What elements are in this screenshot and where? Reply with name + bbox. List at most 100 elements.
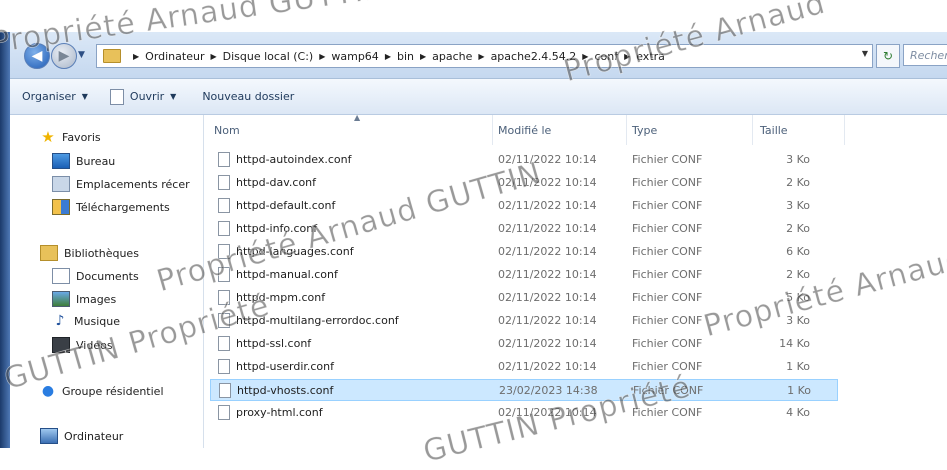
file-size: 6 Ko [786,245,810,258]
file-row[interactable]: proxy-html.conf 02/11/2022 10:14 Fichier C… [210,402,838,424]
open-button[interactable]: Ouvrir ▼ [109,88,177,105]
folder-icon [103,49,121,63]
file-name: httpd-languages.conf [236,245,354,258]
desktop-icon [52,153,70,169]
breadcrumb-separator-icon[interactable]: ▶ [319,52,325,61]
nav-videos-label: Vidéos [76,338,113,352]
breadcrumb-separator-icon[interactable]: ▶ [582,52,588,61]
file-row[interactable]: httpd-manual.conf 02/11/2022 10:14 Fichier… [210,264,838,286]
nav-telechargements-label: Téléchargements [76,200,170,214]
file-date: 02/11/2022 10:14 [498,360,597,373]
file-row[interactable]: httpd-vhosts.conf 23/02/2023 14:38 Fichier… [210,379,838,401]
breadcrumb-item[interactable]: Ordinateur [145,50,204,63]
breadcrumb-separator-icon[interactable]: ▶ [133,52,139,61]
file-type: Fichier CONF [632,337,703,350]
downloads-icon [52,199,70,215]
document-icon [109,88,124,105]
column-header-size[interactable]: Taille [760,115,845,145]
file-size: 2 Ko [786,176,810,189]
file-size: 2 Ko [786,268,810,281]
refresh-button[interactable]: ↻ [876,44,900,68]
file-type: Fichier CONF [632,199,703,212]
column-size-label: Taille [760,123,788,137]
refresh-icon: ↻ [882,49,894,63]
window-top-strip [0,0,947,32]
file-row[interactable]: httpd-multilang-errordoc.conf 02/11/2022 … [210,310,838,332]
nav-favoris[interactable]: ★ Favoris [40,130,100,145]
breadcrumb-item[interactable]: wamp64 [331,50,378,63]
nav-musique[interactable]: ♪ Musique [52,314,120,328]
recent-pages-button[interactable]: ▼ [78,50,85,60]
breadcrumb-item[interactable]: apache2.4.54.2 [491,50,577,63]
file-date: 02/11/2022 10:14 [498,176,597,189]
column-header-name[interactable]: Nom ▲ [214,113,493,145]
nav-groupe[interactable]: ● Groupe résidentiel [40,384,164,398]
file-type: Fichier CONF [632,360,703,373]
chevron-down-icon: ▼ [170,92,177,101]
file-icon [218,152,230,167]
chevron-down-icon: ▼ [81,92,88,101]
address-bar[interactable]: ▶ Ordinateur ▶ Disque local (C:) ▶ wamp64 ▶ bin… [96,44,873,68]
file-size: 4 Ko [786,406,810,419]
breadcrumb-item[interactable]: Disque local (C:) [223,50,314,63]
address-bar-row: ◀ ▶ ▼ ▶ Ordinateur ▶ Disque local (C:) ▶ wamp… [10,32,947,79]
breadcrumb-separator-icon[interactable]: ▶ [624,52,630,61]
recent-places-icon [52,176,70,192]
navigation-pane: ★ Favoris Bureau Emplacements récer Télé… [10,115,204,448]
breadcrumb-separator-icon[interactable]: ▶ [420,52,426,61]
nav-ordinateur[interactable]: Ordinateur [40,428,123,444]
file-row[interactable]: httpd-languages.conf 02/11/2022 10:14 Fich… [210,241,838,263]
file-name: httpd-autoindex.conf [236,153,352,166]
search-placeholder: Recher [910,48,947,62]
nav-documents-label: Documents [76,269,139,283]
back-button[interactable]: ◀ [24,43,50,69]
forward-button[interactable]: ▶ [51,43,77,69]
file-date: 02/11/2022 10:14 [498,406,597,419]
breadcrumb-item[interactable]: conf [594,50,618,63]
breadcrumb-item[interactable]: bin [397,50,414,63]
nav-emplacements[interactable]: Emplacements récer [52,176,190,192]
breadcrumb-item[interactable]: apache [432,50,472,63]
file-row[interactable]: httpd-default.conf 02/11/2022 10:14 Fichie… [210,195,838,217]
file-list: Nom ▲ Modifié le Type Taille httpd-autoi… [204,113,947,448]
file-row[interactable]: httpd-mpm.conf 02/11/2022 10:14 Fichier CO… [210,287,838,309]
window-frame [0,32,10,448]
file-size: 5 Ko [786,291,810,304]
file-icon [218,244,230,259]
chevron-down-icon[interactable]: ▼ [862,49,868,58]
breadcrumb-separator-icon[interactable]: ▶ [210,52,216,61]
nav-bureau[interactable]: Bureau [52,153,115,169]
file-name: httpd-dav.conf [236,176,317,189]
nav-images[interactable]: Images [52,291,116,307]
file-row[interactable]: httpd-dav.conf 02/11/2022 10:14 Fichier CO… [210,172,838,194]
file-date: 02/11/2022 10:14 [498,337,597,350]
organiser-label: Organiser [22,90,76,103]
file-row[interactable]: httpd-autoindex.conf 02/11/2022 10:14 Fich… [210,149,838,171]
file-date: 23/02/2023 14:38 [499,384,598,397]
column-header-date[interactable]: Modifié le [498,115,627,145]
file-row[interactable]: httpd-userdir.conf 02/11/2022 10:14 Fichie… [210,356,838,378]
documents-icon [52,268,70,284]
new-folder-button[interactable]: Nouveau dossier [202,90,294,103]
file-row[interactable]: httpd-ssl.conf 02/11/2022 10:14 Fichier CO… [210,333,838,355]
sort-arrow-icon: ▲ [354,113,361,122]
file-row[interactable]: httpd-info.conf 02/11/2022 10:14 Fichier C… [210,218,838,240]
nav-documents[interactable]: Documents [52,268,139,284]
column-name-label: Nom [214,123,240,137]
nav-bibliotheques[interactable]: Bibliothèques [40,245,139,261]
breadcrumb-separator-icon[interactable]: ▶ [385,52,391,61]
nav-emplacements-label: Emplacements récer [76,177,190,191]
search-input[interactable]: Recher [903,44,947,66]
column-header-type[interactable]: Type [632,115,753,145]
file-name: httpd-vhosts.conf [237,384,334,397]
nav-telechargements[interactable]: Téléchargements [52,199,170,215]
column-date-label: Modifié le [498,123,552,137]
nav-videos[interactable]: Vidéos [52,337,113,353]
organiser-button[interactable]: Organiser ▼ [22,90,88,103]
file-icon [218,405,230,420]
file-date: 02/11/2022 10:14 [498,268,597,281]
file-type: Fichier CONF [632,268,703,281]
breadcrumb-item[interactable]: extra [636,50,665,63]
open-label: Ouvrir [129,90,165,103]
breadcrumb-separator-icon[interactable]: ▶ [478,52,484,61]
